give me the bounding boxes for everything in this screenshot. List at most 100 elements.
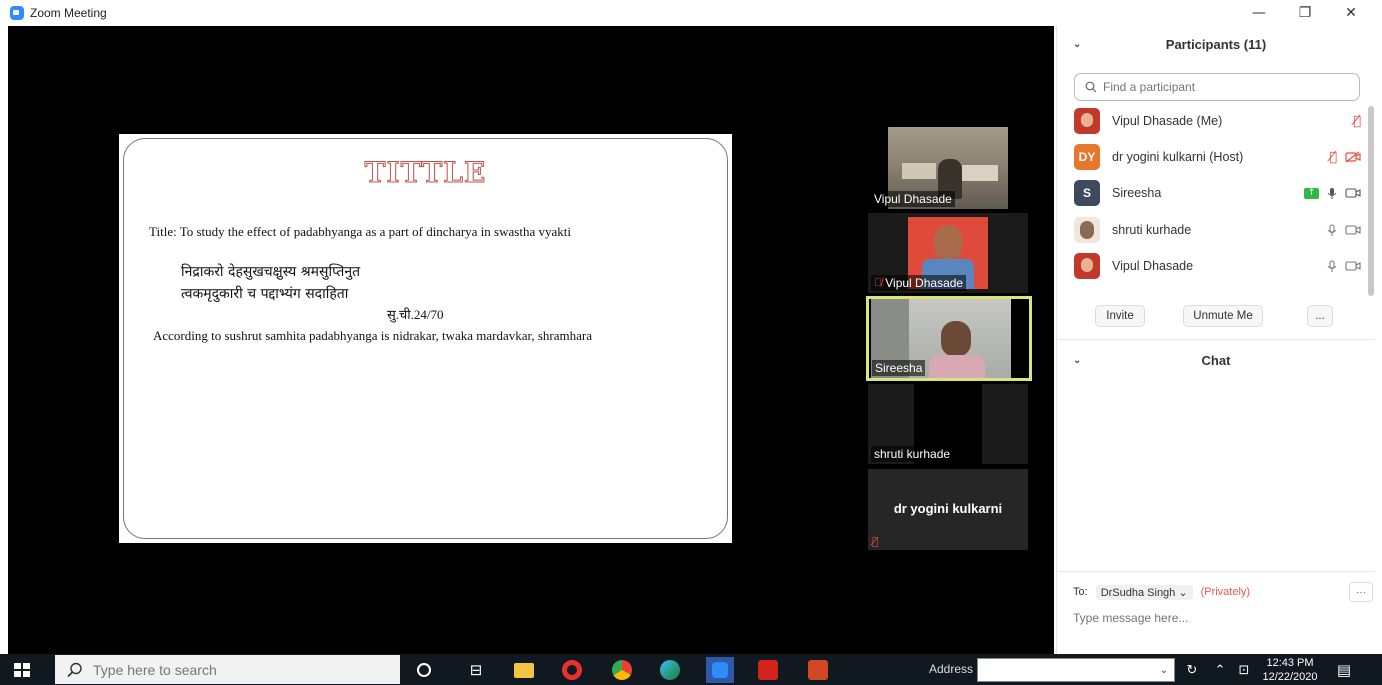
- chevron-up-icon[interactable]: ⌃: [1208, 658, 1232, 682]
- more-options-button[interactable]: ...: [1307, 305, 1333, 327]
- taskbar-search-input[interactable]: [93, 661, 393, 678]
- clock-time: 12:43 PM: [1266, 657, 1314, 669]
- restore-button[interactable]: ❐: [1282, 0, 1328, 26]
- avatar-face: [1081, 113, 1093, 127]
- address-label: Address: [929, 662, 974, 676]
- participants-header[interactable]: ⌄ Participants (11): [1057, 26, 1375, 62]
- video-off-icon[interactable]: [1345, 151, 1361, 163]
- divider: [1057, 571, 1375, 572]
- zoom-app-icon: [10, 6, 24, 20]
- recipient-select[interactable]: DrSudha Singh ⌄: [1095, 584, 1193, 600]
- participant-controls: [1327, 224, 1361, 237]
- chat-title: Chat: [1201, 352, 1231, 368]
- avatar-face: [1080, 221, 1094, 239]
- participant-controls: 🎙̸: [1329, 150, 1361, 165]
- collapse-chevron-icon[interactable]: ⌄: [1073, 355, 1081, 366]
- avatar: [1074, 217, 1100, 243]
- participant-row[interactable]: Vipul Dhasade (Me) 🎙̸: [1057, 103, 1367, 139]
- participant-search[interactable]: [1074, 73, 1360, 101]
- participants-scrollbar[interactable]: [1368, 106, 1374, 296]
- avatar: S: [1074, 180, 1100, 206]
- privately-label: (Privately): [1200, 586, 1251, 598]
- slide-description: According to sushrut samhita padabhyanga…: [153, 328, 593, 343]
- mic-icon[interactable]: [1327, 224, 1337, 237]
- tile-name-label: Vipul Dhasade: [871, 191, 955, 207]
- muted-mic-icon[interactable]: 🎙̸: [1329, 150, 1337, 165]
- windows-taskbar: ⊟ Address ⌄ ↻ ⌃ ⊡ 12:43 PM 12/22/2020 ▤: [0, 654, 1382, 685]
- video-person: [941, 321, 971, 357]
- video-tile-yogini[interactable]: dr yogini kulkarni 🎙̸: [868, 469, 1028, 550]
- divider: [1057, 339, 1375, 340]
- video-person-body: [929, 355, 985, 378]
- video-icon[interactable]: [1345, 224, 1361, 236]
- shared-screen: TITTLE Title: To study the effect of pad…: [12, 134, 830, 543]
- search-input[interactable]: [1103, 80, 1343, 94]
- chat-message-input[interactable]: [1073, 608, 1363, 628]
- chat-header[interactable]: ⌄ Chat: [1057, 342, 1375, 378]
- avatar: [1074, 108, 1100, 134]
- slide-title-line: Title: To study the effect of padabhyang…: [149, 224, 571, 239]
- opera-icon[interactable]: [560, 658, 584, 682]
- edge-icon[interactable]: [658, 658, 682, 682]
- notification-icon[interactable]: ▤: [1332, 658, 1356, 682]
- avatar: [1074, 253, 1100, 279]
- invite-button[interactable]: Invite: [1095, 305, 1145, 327]
- unmute-me-button[interactable]: Unmute Me: [1183, 305, 1263, 327]
- meeting-view: TITTLE Title: To study the effect of pad…: [8, 26, 1054, 654]
- participant-name: Vipul Dhasade (Me): [1112, 114, 1223, 128]
- screen-share-icon: ↑: [1304, 187, 1319, 199]
- address-input[interactable]: ⌄: [977, 658, 1175, 682]
- video-tile-sireesha[interactable]: Sireesha: [866, 296, 1032, 381]
- presentation-slide: TITTLE Title: To study the effect of pad…: [119, 134, 732, 543]
- tile-name-label: Sireesha: [872, 360, 926, 376]
- participant-name: dr yogini kulkarni (Host): [1112, 150, 1244, 164]
- chat-more-button[interactable]: ···: [1349, 582, 1373, 602]
- chevron-down-icon[interactable]: ⌄: [1160, 665, 1168, 676]
- participant-row[interactable]: DY dr yogini kulkarni (Host) 🎙̸: [1057, 139, 1367, 175]
- side-panel: ⌄ Participants (11) Vipul Dhasade (Me) 🎙…: [1056, 26, 1382, 654]
- powerpoint-icon[interactable]: [806, 658, 830, 682]
- file-explorer-icon[interactable]: [512, 658, 536, 682]
- to-label: To:: [1073, 586, 1088, 598]
- muted-mic-icon[interactable]: 🎙̸: [1353, 114, 1361, 129]
- tile-name-label: 🎙̸ Vipul Dhasade: [871, 275, 967, 291]
- cortana-icon[interactable]: [412, 658, 436, 682]
- avatar: DY: [1074, 144, 1100, 170]
- search-icon: [67, 662, 82, 677]
- chevron-down-icon: ⌄: [1178, 586, 1188, 599]
- clock-date: 12/22/2020: [1262, 671, 1318, 683]
- participant-row[interactable]: shruti kurhade: [1057, 212, 1367, 248]
- taskbar-search[interactable]: [55, 655, 400, 684]
- video-icon[interactable]: [1345, 260, 1361, 272]
- video-icon[interactable]: [1345, 187, 1361, 199]
- acrobat-icon[interactable]: [756, 658, 780, 682]
- muted-mic-icon: 🎙̸: [874, 277, 883, 289]
- windows-start-icon[interactable]: [14, 663, 30, 677]
- zoom-taskbar-icon[interactable]: [706, 657, 734, 683]
- tile-name-label: shruti kurhade: [871, 446, 954, 462]
- chrome-icon[interactable]: [610, 658, 634, 682]
- minimize-button[interactable]: —: [1236, 0, 1282, 26]
- participant-name: Sireesha: [1112, 186, 1162, 200]
- slide-reference: सु.ची.24/70: [387, 307, 444, 322]
- video-tile-vipul-1[interactable]: Vipul Dhasade: [868, 127, 1028, 209]
- video-tile-shruti[interactable]: shruti kurhade: [868, 384, 1028, 464]
- participants-title: Participants (11): [1165, 36, 1267, 52]
- video-tile-vipul-2[interactable]: 🎙̸ Vipul Dhasade: [868, 213, 1028, 293]
- collapse-chevron-icon[interactable]: ⌄: [1073, 39, 1081, 50]
- network-icon[interactable]: ⊡: [1232, 658, 1256, 682]
- window-title: Zoom Meeting: [30, 6, 107, 20]
- participant-controls: ↑: [1304, 187, 1361, 200]
- recipient-name: DrSudha Singh: [1100, 586, 1176, 599]
- refresh-icon[interactable]: ↻: [1180, 658, 1204, 682]
- taskbar-clock[interactable]: 12:43 PM 12/22/2020: [1258, 656, 1322, 684]
- close-button[interactable]: ✕: [1328, 0, 1374, 26]
- mic-icon[interactable]: [1327, 260, 1337, 273]
- participant-row[interactable]: S Sireesha ↑: [1057, 175, 1367, 211]
- participant-row[interactable]: Vipul Dhasade: [1057, 248, 1367, 284]
- task-view-icon[interactable]: ⊟: [464, 658, 488, 682]
- picture-face: [934, 225, 962, 259]
- mic-icon[interactable]: [1327, 187, 1337, 200]
- slide-verse-1: निद्राकरो देहसुखचक्षुस्य श्रमसुप्तिनुत: [181, 264, 361, 280]
- title-bar: Zoom Meeting — ❐ ✕: [0, 0, 1382, 26]
